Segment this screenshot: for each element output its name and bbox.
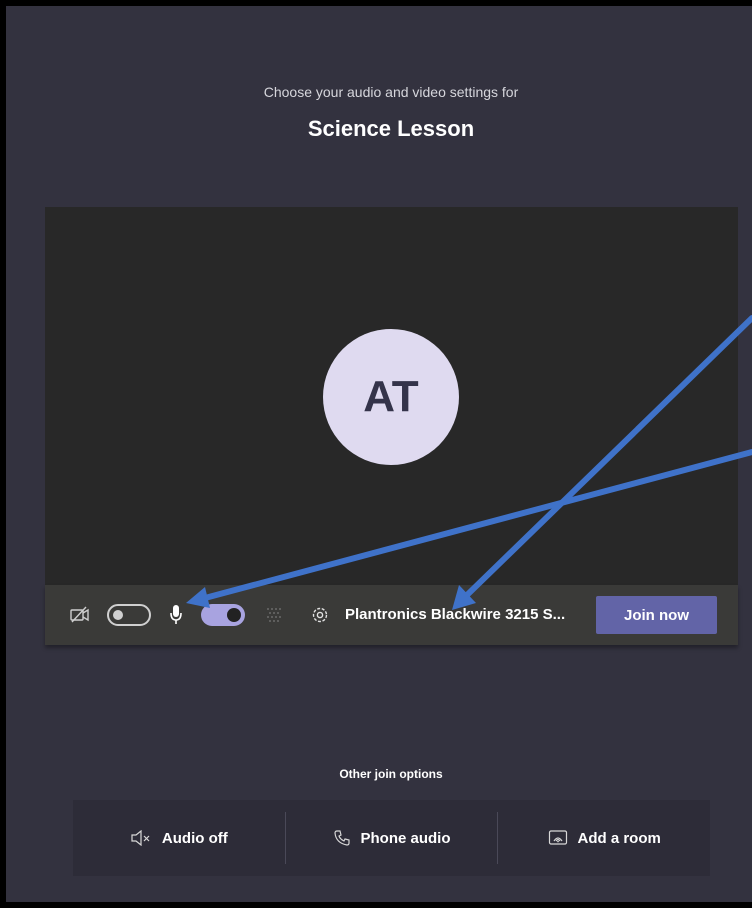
other-join-options: Audio off Phone audio Add a room — [73, 800, 710, 876]
phone-audio-option[interactable]: Phone audio — [286, 812, 498, 864]
avatar-initials: AT — [363, 372, 419, 421]
speaker-muted-icon — [131, 830, 150, 846]
add-a-room-option[interactable]: Add a room — [498, 812, 710, 864]
phone-icon — [333, 830, 350, 846]
microphone-icon — [169, 603, 183, 632]
avatar: AT — [323, 329, 459, 465]
audio-off-option[interactable]: Audio off — [73, 812, 285, 864]
gear-icon[interactable] — [310, 605, 330, 630]
other-join-options-label: Other join options — [339, 767, 443, 781]
cast-room-icon — [548, 830, 567, 845]
phone-audio-label: Phone audio — [360, 829, 451, 847]
add-a-room-label: Add a room — [577, 829, 661, 847]
audio-off-label: Audio off — [161, 829, 228, 847]
camera-off-icon[interactable] — [69, 605, 91, 630]
camera-toggle[interactable] — [107, 604, 151, 626]
background-blur-icon[interactable] — [265, 606, 283, 629]
meeting-title: Science Lesson — [307, 116, 475, 141]
device-controls-bar: Plantronics Blackwire 3215 S... Join now — [45, 585, 738, 645]
join-now-button[interactable]: Join now — [596, 596, 717, 634]
settings-subtitle: Choose your audio and video settings for — [263, 84, 519, 100]
audio-device-label[interactable]: Plantronics Blackwire 3215 S... — [345, 585, 565, 645]
microphone-toggle[interactable] — [201, 604, 245, 626]
